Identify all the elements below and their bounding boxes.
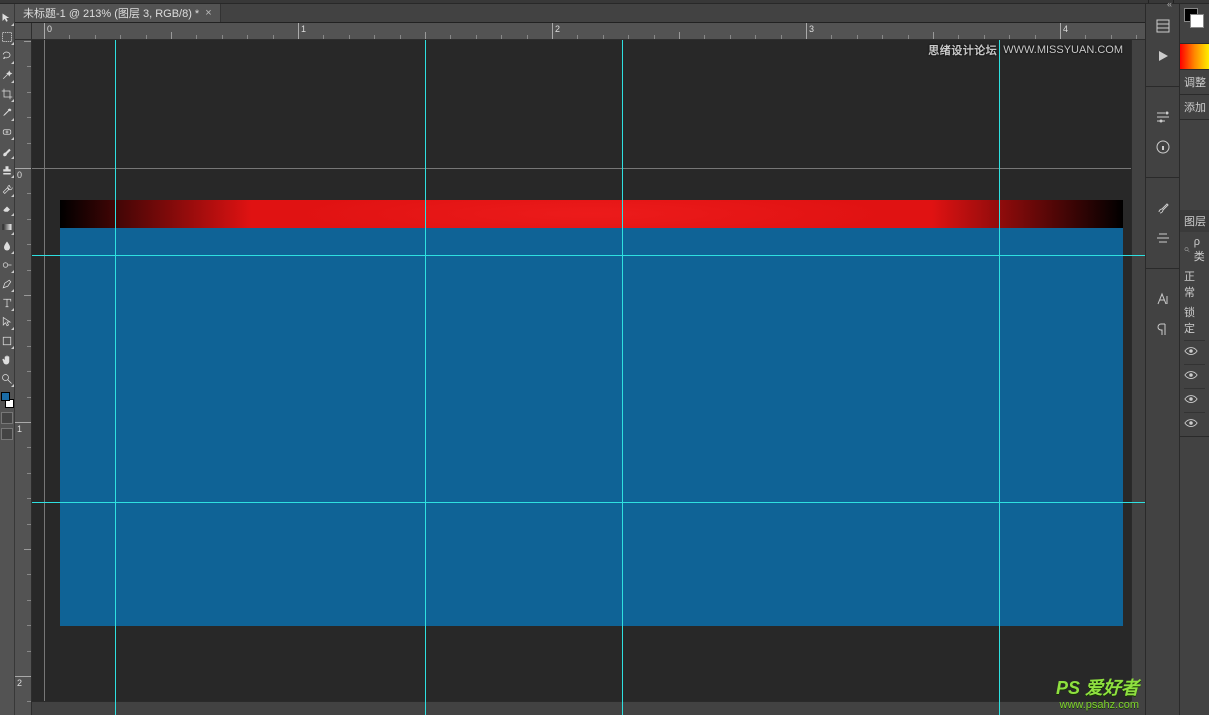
brush-panel-icon[interactable] <box>1152 198 1174 218</box>
adjustments-label[interactable]: 调整 <box>1180 70 1209 95</box>
info-panel-icon[interactable] <box>1152 137 1174 157</box>
character-panel-icon[interactable] <box>1152 289 1174 309</box>
collapsed-panel-strip <box>1145 4 1179 715</box>
document-area: 未标题-1 @ 213% (图层 3, RGB/8) * × 01234 012 <box>15 4 1145 715</box>
document-tabbar: 未标题-1 @ 213% (图层 3, RGB/8) * × <box>15 4 1145 23</box>
history-brush-tool[interactable] <box>1 179 14 198</box>
crop-tool[interactable] <box>1 84 14 103</box>
blue-rectangle <box>60 228 1123 626</box>
red-gradient-bar <box>60 200 1123 228</box>
lasso-tool[interactable] <box>1 46 14 65</box>
guide-vertical[interactable] <box>622 40 623 715</box>
artwork <box>60 200 1123 660</box>
layer-filter-kind[interactable]: ρ 类 <box>1194 236 1205 264</box>
layer-row[interactable] <box>1184 364 1205 384</box>
watermark-top: 思绪设计论坛 WWW.MISSYUAN.COM <box>928 42 1123 58</box>
heal-tool[interactable] <box>1 122 14 141</box>
visibility-icon[interactable] <box>1184 418 1198 428</box>
color-panel[interactable] <box>1180 4 1209 44</box>
ruler-origin-box[interactable] <box>15 23 32 40</box>
swatches-strip[interactable] <box>1180 44 1209 70</box>
dodge-tool[interactable] <box>1 255 14 274</box>
history-panel-icon[interactable] <box>1152 16 1174 36</box>
collapse-chevrons-icon: « <box>1167 0 1169 9</box>
stamp-tool[interactable] <box>1 160 14 179</box>
layers-panel: 图层 ρ 类 正常 锁定 <box>1180 210 1209 437</box>
canvas[interactable]: 思绪设计论坛 WWW.MISSYUAN.COM PS 爱好者 www.psahz… <box>32 40 1145 715</box>
visibility-icon[interactable] <box>1184 370 1198 380</box>
zoom-tool[interactable] <box>1 369 14 388</box>
guide-vertical[interactable] <box>115 40 116 715</box>
brush-tool[interactable] <box>1 141 14 160</box>
eyedropper-tool[interactable] <box>1 103 14 122</box>
vertical-scrollbar[interactable] <box>1131 40 1145 701</box>
horizontal-scrollbar[interactable] <box>32 701 1131 715</box>
add-label[interactable]: 添加 <box>1180 95 1209 120</box>
lock-row-label: 锁定 <box>1184 304 1205 336</box>
shape-tool[interactable] <box>1 331 14 350</box>
guide-vertical[interactable] <box>425 40 426 715</box>
color-swatches[interactable] <box>1 392 14 408</box>
move-tool[interactable] <box>1 8 14 27</box>
layer-row[interactable] <box>1184 388 1205 408</box>
quickmask-toggle[interactable] <box>1 412 13 424</box>
white-swatch-icon <box>1190 14 1204 28</box>
origin-extent-h <box>32 168 1145 169</box>
vertical-ruler[interactable]: 012 <box>15 40 32 715</box>
visibility-icon[interactable] <box>1184 346 1198 356</box>
align-panel-icon[interactable] <box>1152 228 1174 248</box>
blur-tool[interactable] <box>1 236 14 255</box>
guide-horizontal[interactable] <box>32 255 1145 256</box>
wand-tool[interactable] <box>1 65 14 84</box>
properties-panel-icon[interactable] <box>1152 107 1174 127</box>
guide-vertical[interactable] <box>999 40 1000 715</box>
screenmode-toggle[interactable] <box>1 428 13 440</box>
search-icon <box>1184 244 1191 256</box>
document-tab[interactable]: 未标题-1 @ 213% (图层 3, RGB/8) * × <box>15 4 221 22</box>
document-tab-title: 未标题-1 @ 213% (图层 3, RGB/8) * <box>23 5 199 21</box>
right-panels: 调整 添加 图层 ρ 类 正常 锁定 <box>1179 4 1209 715</box>
path-select-tool[interactable] <box>1 312 14 331</box>
origin-extent-v <box>44 40 45 715</box>
gradient-tool[interactable] <box>1 217 14 236</box>
type-tool[interactable] <box>1 293 14 312</box>
fg-color-swatch[interactable] <box>1 392 10 401</box>
visibility-icon[interactable] <box>1184 394 1198 404</box>
layers-tab[interactable]: 图层 <box>1180 210 1209 232</box>
marquee-tool[interactable] <box>1 27 14 46</box>
watermark-bottom: PS 爱好者 www.psahz.com <box>1056 679 1139 711</box>
paragraph-panel-icon[interactable] <box>1152 319 1174 339</box>
horizontal-ruler[interactable]: 01234 <box>32 23 1145 40</box>
hand-tool[interactable] <box>1 350 14 369</box>
layer-row[interactable] <box>1184 412 1205 432</box>
guide-horizontal[interactable] <box>32 502 1145 503</box>
play-panel-icon[interactable] <box>1152 46 1174 66</box>
pen-tool[interactable] <box>1 274 14 293</box>
panel-collapse-bar[interactable]: « <box>0 0 1209 4</box>
eraser-tool[interactable] <box>1 198 14 217</box>
tools-toolbar <box>0 4 15 715</box>
blend-mode-select[interactable]: 正常 <box>1184 268 1205 300</box>
layer-row[interactable] <box>1184 340 1205 360</box>
close-icon[interactable]: × <box>205 7 211 19</box>
